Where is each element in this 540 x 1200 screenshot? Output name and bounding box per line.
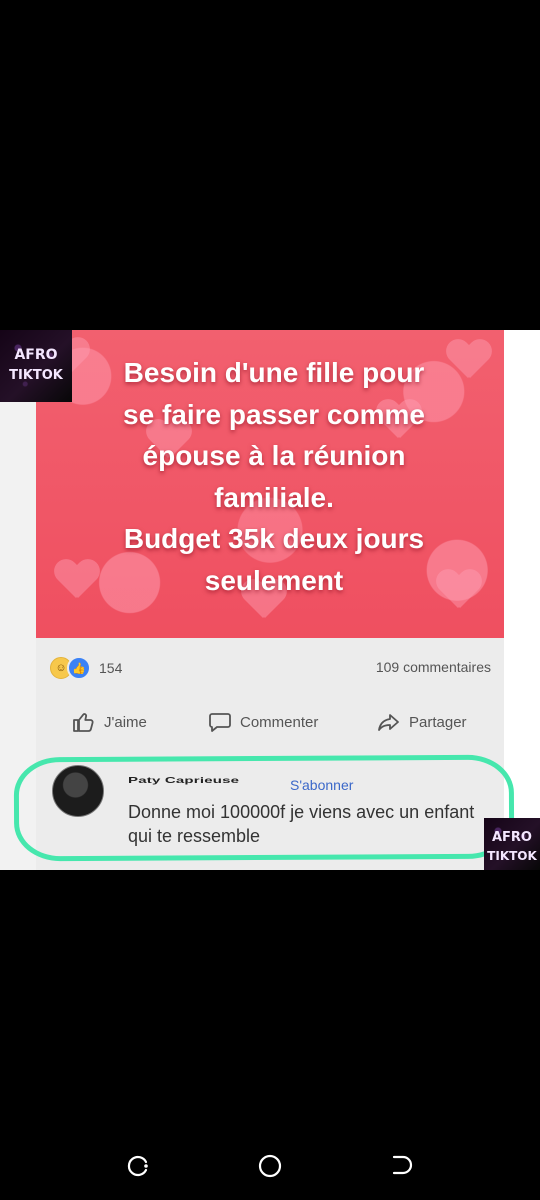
android-navigation-bar xyxy=(0,1124,540,1200)
post-actions: J'aime Commenter Partager xyxy=(36,710,504,750)
post-image: Besoin d'une fille pour se faire passer … xyxy=(36,330,504,638)
share-button[interactable]: Partager xyxy=(377,710,467,734)
watermark-line2: TIKTOK xyxy=(487,849,537,863)
comment-icon xyxy=(209,713,231,732)
recent-apps-icon xyxy=(127,1155,148,1177)
like-label: J'aime xyxy=(104,713,147,731)
watermark-badge-top: AFRO TIKTOK xyxy=(0,330,72,402)
post-image-text: Besoin d'une fille pour se faire passer … xyxy=(123,357,425,596)
watermark-badge-bottom: AFRO TIKTOK xyxy=(484,818,540,870)
share-icon xyxy=(378,714,399,731)
back-button[interactable] xyxy=(388,1152,416,1180)
share-label: Partager xyxy=(409,713,467,731)
watermark-line1: AFRO xyxy=(491,830,532,845)
post-screenshot: Besoin d'une fille pour se faire passer … xyxy=(0,330,540,870)
reaction-count: 154 xyxy=(99,660,123,676)
thumbs-up-icon xyxy=(73,713,94,732)
home-button[interactable] xyxy=(256,1152,284,1180)
like-icon: 👍 xyxy=(67,656,91,680)
comment-button[interactable]: Commenter xyxy=(208,710,318,734)
reaction-summary[interactable]: ☺ 👍 154 xyxy=(50,656,122,680)
comment-label: Commenter xyxy=(240,713,319,731)
recent-apps-button[interactable] xyxy=(124,1152,152,1180)
comments-count[interactable]: 109 commentaires xyxy=(376,659,491,675)
comment-highlight xyxy=(13,754,515,862)
like-button[interactable]: J'aime xyxy=(72,710,147,734)
watermark-line2: TIKTOK xyxy=(9,368,63,383)
back-icon xyxy=(392,1155,413,1175)
watermark-line1: AFRO xyxy=(14,347,58,363)
home-icon xyxy=(258,1154,282,1178)
